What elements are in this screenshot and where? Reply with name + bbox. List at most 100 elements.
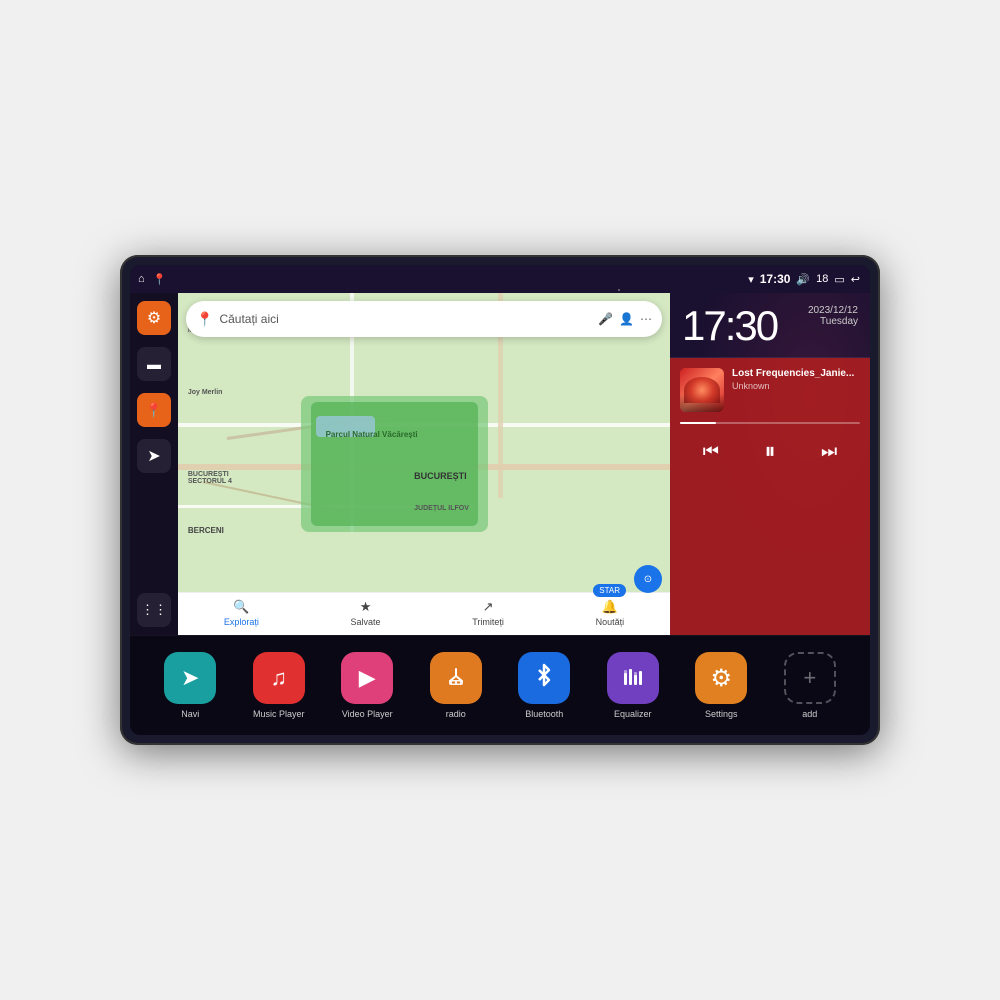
clock-date: 2023/12/12 Tuesday: [808, 305, 858, 327]
saved-icon: ★: [360, 599, 372, 615]
battery-icon: ▭: [834, 273, 844, 286]
battery-level: 18: [816, 273, 828, 285]
prev-track-button[interactable]: ⏮: [699, 437, 723, 466]
album-art: [680, 368, 724, 412]
sidebar-files-btn[interactable]: ▬: [137, 347, 171, 381]
music-widget: Lost Frequencies_Janie... Unknown ⏮ ⏸ ⏭: [670, 358, 870, 635]
nav-explore[interactable]: 🔍 Explorați: [224, 599, 259, 627]
star-button[interactable]: STAR: [593, 584, 626, 597]
right-panel: 17:30 2023/12/12 Tuesday: [670, 293, 870, 635]
music-player-label: Music Player: [253, 709, 305, 719]
news-label: Noutăți: [596, 617, 625, 627]
explore-label: Explorați: [224, 617, 259, 627]
clock-widget: 17:30 2023/12/12 Tuesday: [670, 293, 870, 358]
play-icon: ▶: [359, 665, 376, 691]
sidebar-apps-btn[interactable]: ⋮⋮: [137, 593, 171, 627]
settings-dots-icon[interactable]: ⋯: [640, 312, 652, 326]
settings-icon-bg: ⚙: [695, 652, 747, 704]
bluetooth-icon-bg: [518, 652, 570, 704]
equalizer-label: Equalizer: [614, 709, 652, 719]
status-right: ▾ 17:30 🔊 18 ▭ ↩: [748, 272, 860, 286]
screen: ⌂ 📍 ▾ 17:30 🔊 18 ▭ ↩ ⚙ ▬: [130, 265, 870, 735]
music-info: Lost Frequencies_Janie... Unknown: [680, 368, 860, 412]
status-bar: ⌂ 📍 ▾ 17:30 🔊 18 ▭ ↩: [130, 265, 870, 293]
radio-waves-icon: [443, 663, 469, 694]
app-bluetooth[interactable]: Bluetooth: [509, 652, 579, 719]
settings-label: Settings: [705, 709, 738, 719]
next-track-button[interactable]: ⏭: [817, 437, 841, 466]
map-container[interactable]: AXIS PremiumMobility - Sud Pizza & Baker…: [178, 293, 670, 635]
radio-icon-bg: [430, 652, 482, 704]
music-controls: ⏮ ⏸ ⏭: [680, 434, 860, 468]
explore-icon: 🔍: [233, 599, 249, 615]
music-note-icon: ♫: [271, 665, 288, 691]
music-player-icon-bg: ♫: [253, 652, 305, 704]
settings-icon: ⚙: [147, 308, 161, 328]
device: ⌂ 📍 ▾ 17:30 🔊 18 ▭ ↩ ⚙ ▬: [120, 255, 880, 745]
app-music-player[interactable]: ♫ Music Player: [244, 652, 314, 719]
microphone-icon[interactable]: 🎤: [598, 312, 613, 326]
app-navi[interactable]: ➤ Navi: [155, 652, 225, 719]
radio-label: radio: [446, 709, 466, 719]
arrow-icon: ➤: [147, 446, 160, 466]
location-fab[interactable]: ⊙: [634, 565, 662, 593]
bluetooth-label: Bluetooth: [525, 709, 563, 719]
video-player-icon-bg: ▶: [341, 652, 393, 704]
volume-icon[interactable]: 🔊: [796, 273, 810, 286]
app-settings[interactable]: ⚙ Settings: [686, 652, 756, 719]
music-artist: Unknown: [732, 381, 860, 391]
news-icon: 🔔: [602, 599, 618, 615]
nav-send[interactable]: ↗ Trimiteți: [472, 599, 504, 627]
nav-saved[interactable]: ★ Salvate: [351, 599, 381, 627]
clock-time: 17:30: [682, 305, 777, 347]
sidebar-maps-btn[interactable]: 📍: [137, 393, 171, 427]
bluetooth-icon: [531, 662, 557, 694]
music-progress-bar[interactable]: [680, 422, 860, 424]
navi-label: Navi: [181, 709, 199, 719]
home-icon[interactable]: ⌂: [138, 273, 145, 285]
send-label: Trimiteți: [472, 617, 504, 627]
music-title: Lost Frequencies_Janie...: [732, 368, 860, 379]
add-icon-bg: +: [784, 652, 836, 704]
saved-label: Salvate: [351, 617, 381, 627]
music-details: Lost Frequencies_Janie... Unknown: [732, 368, 860, 391]
grid-icon: ⋮⋮: [141, 602, 167, 618]
video-player-label: Video Player: [342, 709, 393, 719]
search-input[interactable]: Căutați aici: [219, 312, 598, 326]
account-icon[interactable]: 👤: [619, 312, 634, 326]
status-time: 17:30: [760, 272, 791, 286]
clock-display: 17:30 2023/12/12 Tuesday: [682, 305, 858, 347]
app-equalizer[interactable]: Equalizer: [598, 652, 668, 719]
app-video-player[interactable]: ▶ Video Player: [332, 652, 402, 719]
settings-gear-icon: ⚙: [710, 664, 732, 693]
send-icon: ↗: [483, 599, 494, 615]
app-radio[interactable]: radio: [421, 652, 491, 719]
google-maps-icon: 📍: [196, 311, 213, 328]
left-sidebar: ⚙ ▬ 📍 ➤ ⋮⋮: [130, 293, 178, 635]
nav-news[interactable]: 🔔 Noutăți: [596, 599, 625, 627]
main-content: ⚙ ▬ 📍 ➤ ⋮⋮: [130, 293, 870, 635]
clock-date-year: 2023/12/12: [808, 305, 858, 316]
search-actions: 🎤 👤 ⋯: [598, 312, 652, 326]
navi-icon: ➤: [181, 665, 199, 691]
sidebar-nav-btn[interactable]: ➤: [137, 439, 171, 473]
clock-date-day: Tuesday: [808, 316, 858, 327]
status-left: ⌂ 📍: [138, 273, 166, 286]
music-progress-fill: [680, 422, 716, 424]
back-icon[interactable]: ↩: [851, 273, 860, 286]
sidebar-settings-btn[interactable]: ⚙: [137, 301, 171, 335]
wifi-icon: ▾: [748, 273, 754, 286]
pause-button[interactable]: ⏸: [760, 434, 779, 468]
album-art-image: [680, 368, 724, 412]
navi-icon-bg: ➤: [164, 652, 216, 704]
equalizer-icon: [620, 663, 646, 694]
map-area[interactable]: AXIS PremiumMobility - Sud Pizza & Baker…: [178, 293, 670, 635]
map-bottom-nav: 🔍 Explorați ★ Salvate ↗ Trimiteți 🔔: [178, 592, 670, 635]
add-label: add: [802, 709, 817, 719]
equalizer-icon-bg: [607, 652, 659, 704]
maps-icon[interactable]: 📍: [153, 273, 167, 286]
files-icon: ▬: [147, 356, 161, 372]
add-icon: +: [803, 665, 816, 691]
app-add[interactable]: + add: [775, 652, 845, 719]
map-search-bar[interactable]: 📍 Căutați aici 🎤 👤 ⋯: [186, 301, 662, 337]
